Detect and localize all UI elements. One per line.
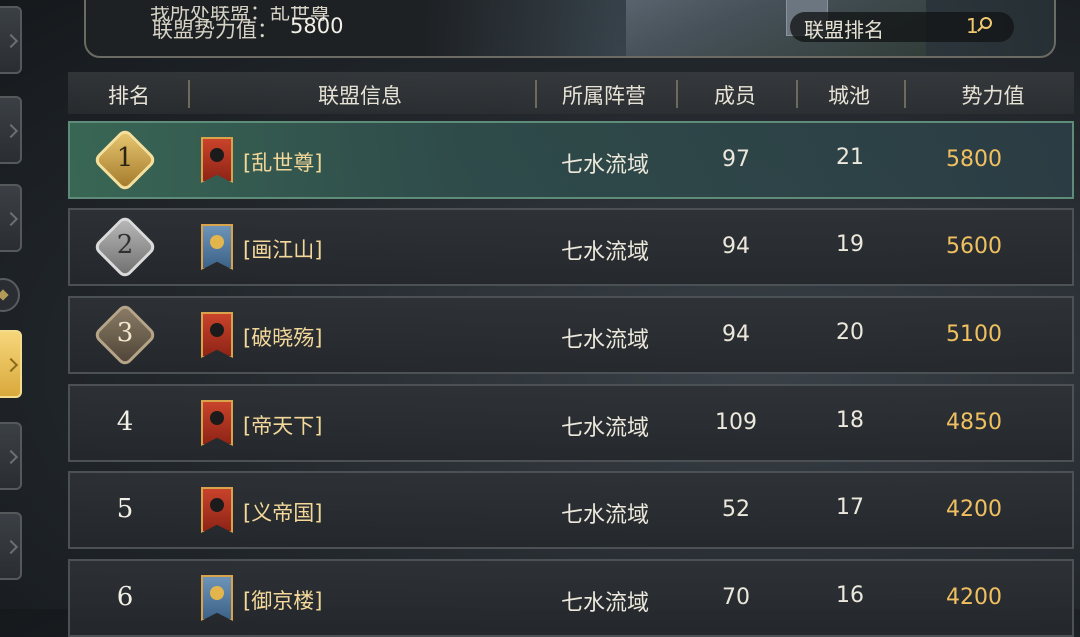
header-members: 成员 bbox=[714, 84, 756, 108]
alliance-camp: 七水流域 bbox=[560, 240, 649, 265]
alliance-cities: 18 bbox=[836, 408, 864, 433]
alliance-cities: 21 bbox=[836, 145, 864, 170]
alliance-cities: 16 bbox=[836, 583, 864, 608]
alliance-members: 109 bbox=[715, 410, 757, 435]
header-divider bbox=[188, 80, 190, 108]
rank-number: 6 bbox=[116, 582, 134, 612]
alliance-camp: 七水流域 bbox=[560, 153, 649, 178]
side-tab-ranking[interactable] bbox=[0, 330, 22, 398]
alliance-camp: 七水流域 bbox=[560, 591, 649, 616]
header-divider bbox=[904, 80, 906, 108]
alliance-name[interactable]: [帝天下] bbox=[243, 410, 322, 440]
alliance-camp: 七水流域 bbox=[560, 503, 649, 528]
header-divider bbox=[535, 80, 537, 108]
alliance-camp: 七水流域 bbox=[560, 416, 649, 441]
search-icon[interactable] bbox=[980, 17, 992, 29]
header-divider bbox=[676, 80, 678, 108]
alliance-power: 4200 bbox=[946, 497, 1002, 522]
side-tab-1[interactable] bbox=[0, 6, 22, 74]
alliance-power: 4850 bbox=[946, 410, 1002, 435]
header-power: 势力值 bbox=[961, 84, 1025, 108]
alliance-power: 5600 bbox=[946, 234, 1002, 259]
alliance-members: 94 bbox=[722, 234, 750, 259]
flag-emblem-icon bbox=[210, 235, 224, 249]
flag-emblem-icon bbox=[210, 586, 224, 600]
alliance-cities: 19 bbox=[836, 232, 864, 257]
side-tab-2[interactable] bbox=[0, 96, 22, 164]
alliance-members: 97 bbox=[722, 147, 750, 172]
alliance-members: 70 bbox=[722, 585, 750, 610]
alliance-cities: 20 bbox=[836, 320, 864, 345]
side-toggle-icon[interactable] bbox=[0, 278, 20, 312]
header-cities: 城池 bbox=[828, 84, 870, 108]
alliance-rank-label: 联盟排名 bbox=[804, 18, 884, 42]
header-divider bbox=[796, 80, 798, 108]
alliance-name[interactable]: [御京楼] bbox=[243, 585, 322, 615]
alliance-cities: 17 bbox=[836, 495, 864, 520]
alliance-power-label: 联盟势力值： bbox=[152, 18, 278, 42]
flag-emblem-icon bbox=[210, 148, 224, 162]
header-alliance-info: 联盟信息 bbox=[318, 84, 402, 108]
side-tab-5[interactable] bbox=[0, 422, 22, 490]
rank-number: 3 bbox=[116, 318, 134, 348]
rank-number: 5 bbox=[116, 494, 134, 524]
side-tab-3[interactable] bbox=[0, 184, 22, 252]
alliance-power: 5100 bbox=[946, 322, 1002, 347]
alliance-members: 52 bbox=[722, 497, 750, 522]
alliance-power: 5800 bbox=[946, 147, 1002, 172]
header-camp: 所属阵营 bbox=[562, 84, 646, 108]
flag-emblem-icon bbox=[210, 498, 224, 512]
rank-number: 1 bbox=[116, 143, 134, 173]
alliance-camp: 七水流域 bbox=[560, 328, 649, 353]
alliance-name[interactable]: [乱世尊] bbox=[243, 147, 322, 177]
alliance-name[interactable]: [义帝国] bbox=[243, 497, 322, 527]
alliance-name[interactable]: [破晓殇] bbox=[243, 322, 322, 352]
flag-emblem-icon bbox=[210, 323, 224, 337]
alliance-power: 4200 bbox=[946, 585, 1002, 610]
alliance-power-value: 5800 bbox=[290, 14, 344, 38]
rank-number: 4 bbox=[116, 407, 134, 437]
rank-number: 2 bbox=[116, 230, 134, 260]
alliance-rank-value: 1 bbox=[966, 14, 979, 38]
header-rank: 排名 bbox=[108, 84, 150, 108]
alliance-name[interactable]: [画江山] bbox=[243, 234, 322, 264]
alliance-members: 94 bbox=[722, 322, 750, 347]
flag-emblem-icon bbox=[210, 411, 224, 425]
side-tab-6[interactable] bbox=[0, 512, 22, 580]
